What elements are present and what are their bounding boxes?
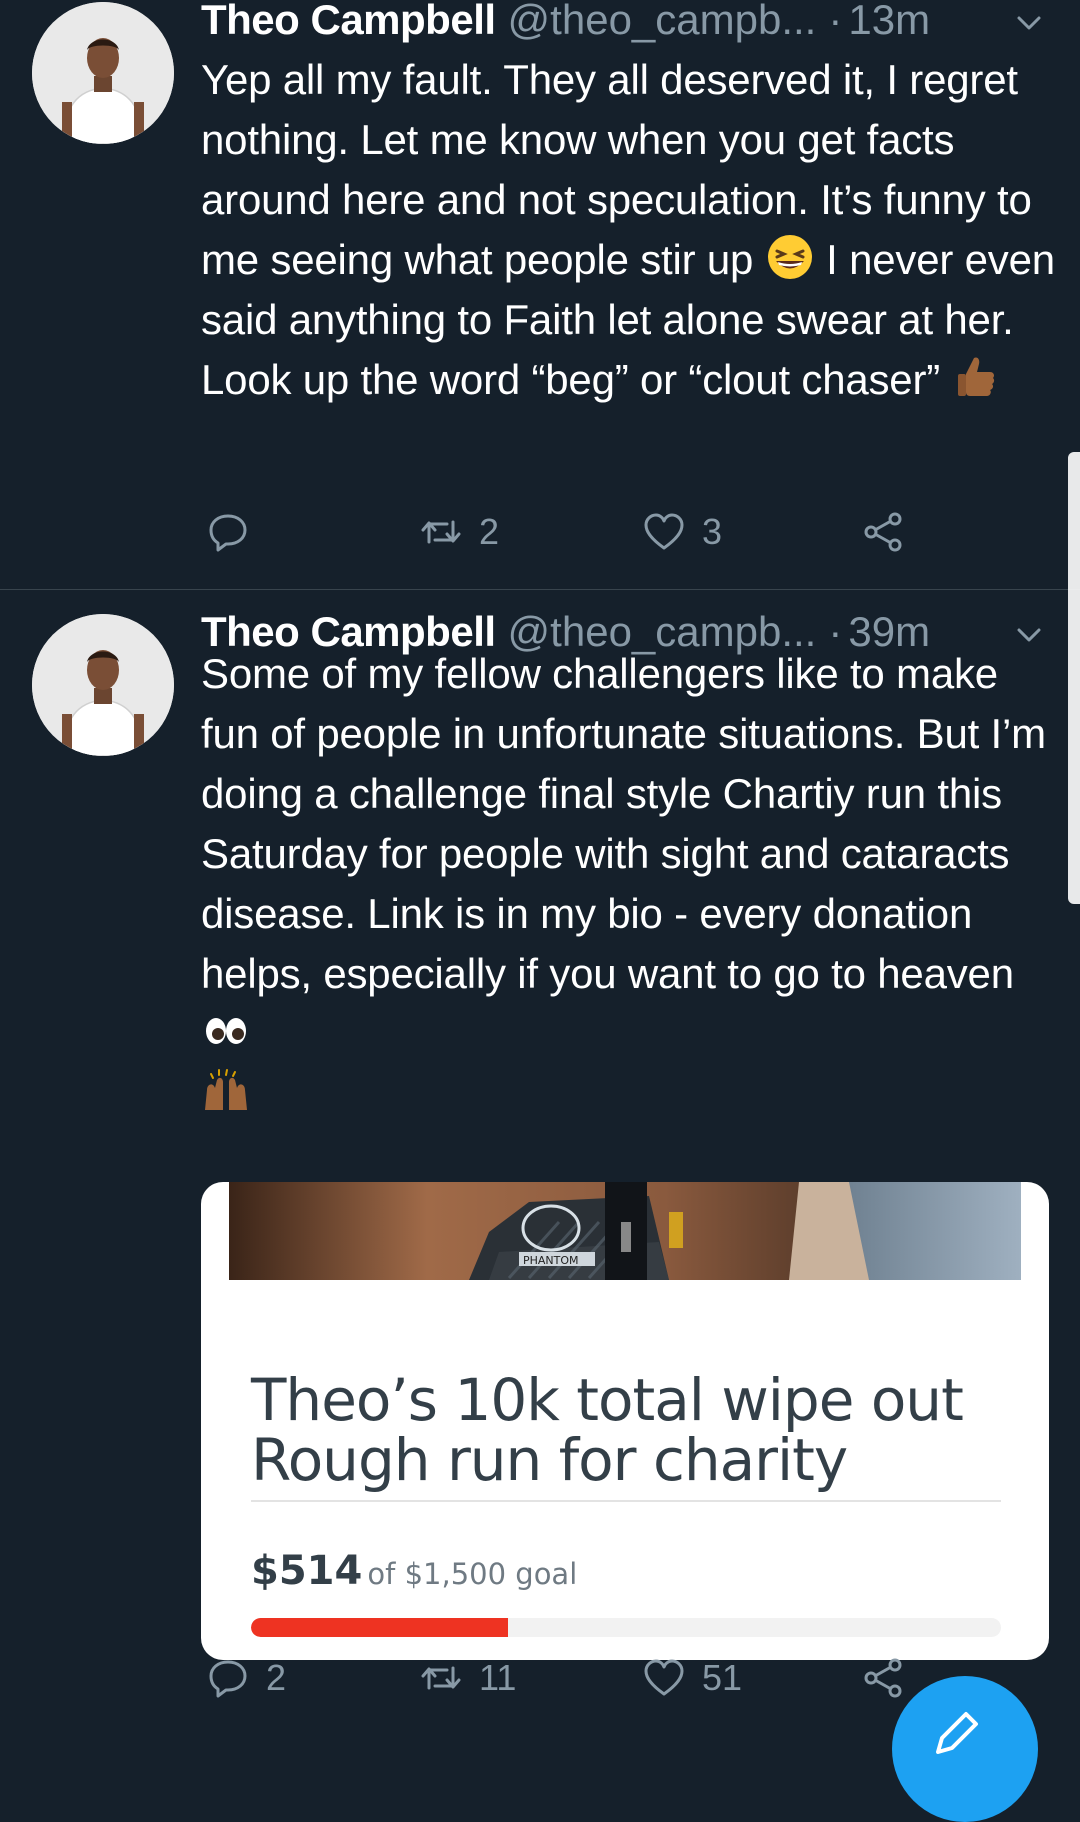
retweet-count: 2: [479, 511, 500, 552]
author-name[interactable]: Theo Campbell: [201, 0, 496, 44]
card-image: PHANTOM: [229, 1182, 1021, 1280]
compose-tweet-icon: [936, 1712, 978, 1754]
share-button[interactable]: [861, 1656, 905, 1700]
progress-bar-fill: [251, 1618, 509, 1637]
heart-icon: [644, 513, 684, 550]
thumbs-up-emoji: [957, 357, 994, 396]
link-card[interactable]: PHANTOM Theo’s 10k total wipe out Rough …: [201, 1182, 1049, 1660]
avatar-photo: [32, 614, 174, 756]
share-icon: [864, 1658, 902, 1698]
card-title: Theo’s 10k total wipe out Rough run for …: [251, 1370, 1011, 1490]
scrollbar[interactable]: [1068, 452, 1080, 904]
tweet-text: Yep all my fault. They all deserved it, …: [201, 50, 1061, 410]
retweet-button[interactable]: 11: [419, 1656, 516, 1700]
reply-button[interactable]: 2: [206, 1656, 286, 1700]
avatar[interactable]: [32, 614, 174, 756]
eyes-emoji: [206, 1018, 246, 1044]
avatar-photo: [32, 2, 174, 144]
tweet-header: Theo Campbell @theo_campb... · 13m: [201, 0, 1080, 44]
phantom-logo-text: PHANTOM: [523, 1254, 579, 1267]
grinning-squinting-face-emoji: [767, 235, 812, 279]
separator-dot: ·: [828, 0, 843, 43]
heart-icon: [644, 1659, 684, 1696]
like-button[interactable]: 51: [642, 1656, 742, 1700]
progress-bar: [251, 1618, 1001, 1637]
share-button[interactable]: [861, 510, 905, 554]
card-title-line: Rough run for charity: [251, 1426, 848, 1494]
like-count: 51: [702, 1657, 743, 1698]
reply-button[interactable]: [206, 510, 266, 554]
retweet-count: 11: [479, 1657, 517, 1698]
card-divider: [251, 1500, 1001, 1502]
author-handle[interactable]: @theo_campb...: [508, 0, 817, 44]
avatar[interactable]: [32, 2, 174, 144]
amount-raised: $514: [251, 1548, 363, 1594]
tweet-time[interactable]: 13m: [848, 0, 930, 44]
tweet-text-part: Some of my fellow challengers like to ma…: [201, 650, 1046, 997]
tweet[interactable]: Theo Campbell @theo_campb... · 39m Some …: [0, 590, 1080, 1737]
reply-icon: [209, 1660, 247, 1698]
tweet-actions: 2 3: [201, 510, 1080, 566]
like-count: 3: [702, 511, 723, 552]
reply-count: 2: [266, 1657, 287, 1698]
card-title-line: Theo’s 10k total wipe out: [251, 1366, 964, 1434]
chevron-down-icon[interactable]: [1014, 8, 1044, 38]
compose-tweet-button[interactable]: [892, 1676, 1038, 1822]
retweet-icon: [421, 1666, 461, 1690]
fundraising-amount: $514 of $1,500 goal: [251, 1548, 577, 1594]
tweet[interactable]: Theo Campbell @theo_campb... · 13m Yep a…: [0, 0, 1080, 590]
tweet-text: Some of my fellow challengers like to ma…: [201, 644, 1061, 1124]
share-icon: [864, 512, 902, 552]
retweet-button[interactable]: 2: [419, 510, 499, 554]
reply-icon: [209, 514, 247, 552]
like-button[interactable]: 3: [642, 510, 722, 554]
amount-goal: of $1,500 goal: [367, 1557, 578, 1591]
retweet-icon: [421, 520, 461, 544]
phantom-wetsuit-photo: PHANTOM: [229, 1182, 1021, 1280]
raising-hands-emoji: [205, 1069, 247, 1110]
